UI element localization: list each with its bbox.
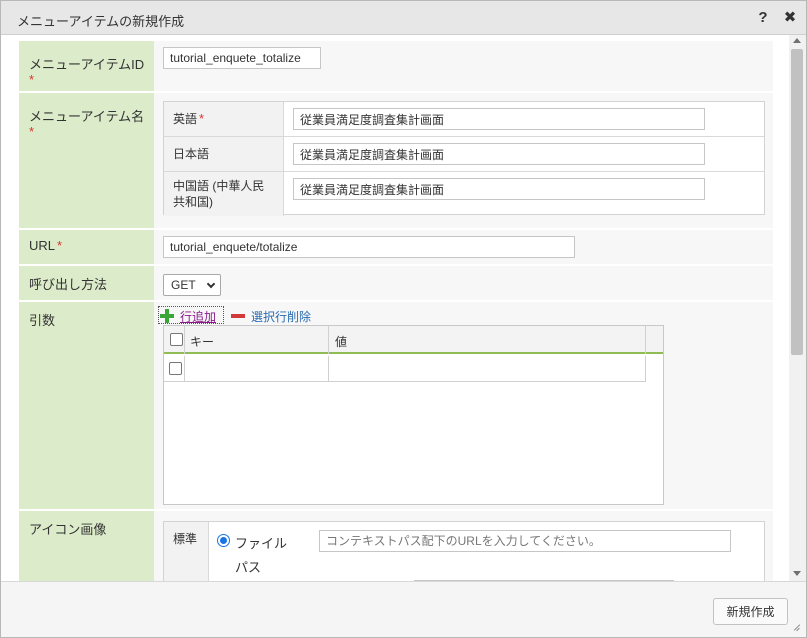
file-path-label[interactable]: ファイルパス [235,532,299,580]
select-all-checkbox[interactable] [170,333,183,346]
required-mark: * [57,238,63,253]
grid-header: キー 値 [164,326,663,354]
url-input[interactable] [163,236,575,258]
language-label-chinese: 中国語 (中華人民共和国) [164,172,284,216]
dialog-titlebar[interactable]: メニューアイテムの新規作成 ? ✖ [1,1,806,35]
menu-item-name-label-text: メニューアイテム名 [29,109,145,124]
name-english-input[interactable] [293,108,705,130]
column-separator [645,356,646,382]
column-separator [645,326,646,354]
file-path-radio[interactable] [217,534,230,547]
column-separator [328,326,329,354]
scroll-up-icon[interactable] [793,38,801,43]
scroll-thumb[interactable] [791,49,803,355]
column-header-key[interactable]: キー [190,333,214,350]
call-method-value: GET [171,278,196,292]
url-label-text: URL [29,238,56,253]
language-row-chinese: 中国語 (中華人民共和国) [164,172,764,216]
column-header-value[interactable]: 値 [335,333,347,350]
minus-icon [231,314,245,318]
call-method-cell: GET [154,266,773,300]
delete-selected-rows-label: 選択行削除 [251,310,312,324]
help-icon[interactable]: ? [755,9,771,27]
language-label-english-text: 英語 [173,112,198,126]
arguments-label: 引数 [19,302,154,509]
row-checkbox[interactable] [169,362,182,375]
dialog-title: メニューアイテムの新規作成 [17,14,185,29]
url-cell [154,230,773,264]
row-menu-item-id: メニューアイテムID * [19,41,773,92]
arguments-grid: キー 値 [163,325,664,505]
standard-label: 標準 [164,522,209,581]
language-row-english: 英語 * [164,102,764,137]
row-url: URL * [19,230,773,265]
icon-image-table: 標準 ファイルパス [163,521,765,581]
vertical-scrollbar[interactable] [789,35,806,581]
language-row-japanese: 日本語 [164,137,764,172]
name-chinese-input[interactable] [293,178,705,200]
menu-item-name-label: メニューアイテム名 * [19,93,154,228]
close-icon[interactable]: ✖ [781,9,799,27]
column-separator [184,326,185,354]
row-call-method: 呼び出し方法 GET [19,266,773,301]
dialog-content: メニューアイテムID * メニューアイテム名 * 英語* [1,35,789,581]
language-label-english: 英語 * [164,102,284,136]
menu-item-id-cell [154,41,773,91]
icon-image-label: アイコン画像 [19,511,154,581]
required-mark: * [199,111,205,126]
arguments-cell: 行追加 選択行削除 キー 値 [154,302,773,509]
row-arguments: 引数 行追加 選択行削除 キー 値 [19,302,773,510]
scroll-down-icon[interactable] [793,571,801,576]
chevron-down-icon [206,279,216,289]
url-label: URL * [19,230,154,264]
required-mark: * [29,72,35,87]
icon-file-path-input[interactable] [319,530,731,552]
resize-grip-icon[interactable] [790,621,800,631]
menu-item-id-label: メニューアイテムID * [19,41,154,91]
menu-item-name-cell: 英語* 日本語 中国語 (中華人民共和国) [154,93,773,228]
icon-image-cell: 標準 ファイルパス [154,511,773,581]
dialog-footer: 新規作成 [1,581,806,637]
menu-item-create-dialog: メニューアイテムの新規作成 ? ✖ メニューアイテムID * メニューアイテム名… [0,0,807,638]
column-separator [184,356,185,382]
row-icon-image: アイコン画像 標準 ファイルパス [19,511,773,581]
row-menu-item-name: メニューアイテム名 * 英語* 日本語 中国語 [19,93,773,229]
create-button[interactable]: 新規作成 [713,598,788,625]
language-label-japanese: 日本語 [164,137,284,171]
menu-item-id-input[interactable] [163,47,321,69]
call-method-label: 呼び出し方法 [19,266,154,300]
call-method-select[interactable]: GET [163,274,221,296]
column-separator [328,356,329,382]
table-row[interactable] [164,356,646,382]
language-table: 英語* 日本語 中国語 (中華人民共和国) [163,101,765,216]
required-mark: * [29,124,35,139]
focus-outline [158,306,224,324]
name-japanese-input[interactable] [293,143,705,165]
menu-item-id-label-text: メニューアイテムID [29,57,145,72]
